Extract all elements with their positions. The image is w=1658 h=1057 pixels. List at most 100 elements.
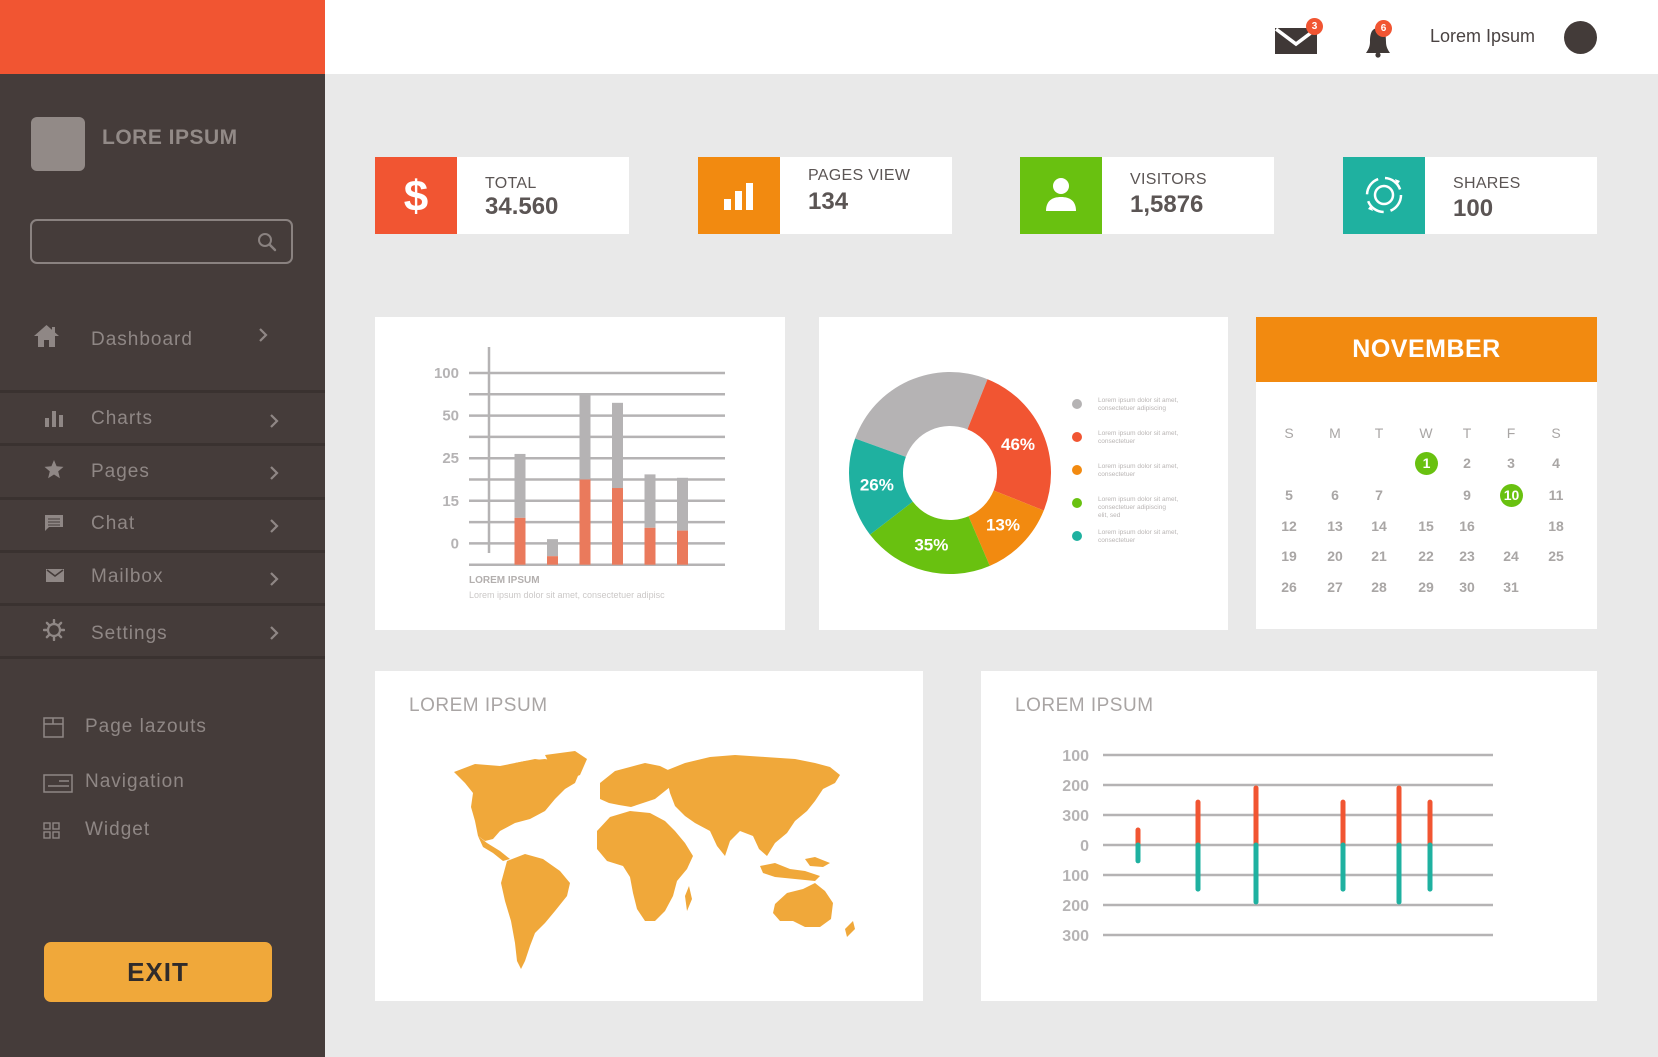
sidebar-item-charts[interactable]: Charts — [0, 393, 325, 446]
legend-text: consectetuer adipiscing — [1098, 504, 1166, 511]
calendar-day[interactable]: 25 — [1541, 545, 1571, 567]
calendar-day[interactable]: 20 — [1320, 545, 1350, 567]
sidebar-item-page-layouts[interactable]: Page lazouts — [0, 710, 325, 746]
mail-button[interactable]: 3 — [1275, 18, 1323, 56]
calendar-day[interactable]: 22 — [1411, 545, 1441, 567]
legend-dot — [1072, 432, 1082, 442]
y-tick-label: 0 — [1080, 838, 1089, 855]
dollar-icon: $ — [404, 172, 428, 221]
notifications-button[interactable]: 6 — [1365, 20, 1395, 58]
calendar-day[interactable]: 4 — [1541, 452, 1571, 474]
layout-icon — [43, 717, 64, 738]
bar-segment-upper — [514, 453, 526, 518]
calendar-day[interactable]: 27 — [1320, 576, 1350, 598]
brand-bar — [0, 0, 325, 74]
bar-segment-lower — [612, 488, 623, 565]
calendar-day[interactable]: 11 — [1541, 484, 1571, 506]
chevron-right-icon — [270, 572, 279, 586]
stat-icon-box — [698, 157, 780, 234]
sidebar-item-chat[interactable]: Chat — [0, 500, 325, 553]
bar-segment-lower — [579, 479, 591, 565]
chart-title: LOREM IPSUM — [469, 575, 540, 586]
calendar-day[interactable]: 23 — [1452, 545, 1482, 567]
stat-label: SHARES — [1453, 175, 1521, 192]
avatar[interactable] — [1564, 21, 1597, 54]
legend-dot — [1072, 498, 1082, 508]
y-tick-label: 100 — [1062, 748, 1089, 765]
stat-icon-box — [1343, 157, 1425, 234]
calendar-day[interactable]: 9 — [1452, 484, 1482, 506]
sidebar-item-navigation[interactable]: Navigation — [0, 765, 325, 801]
stat-label: PAGES VIEW — [808, 167, 911, 184]
calendar-day[interactable]: 3 — [1496, 452, 1526, 474]
sidebar-item-label: Dashboard — [91, 329, 193, 350]
legend-dot — [1072, 531, 1082, 541]
calendar-day[interactable]: 7 — [1364, 484, 1394, 506]
stat-card-pages-view: PAGES VIEW 134 — [698, 157, 952, 234]
map-panel: LOREM IPSUM — [375, 671, 923, 1001]
home-icon — [34, 325, 59, 347]
search-icon[interactable] — [257, 232, 277, 252]
sidebar-item-dashboard[interactable]: Dashboard — [0, 315, 325, 368]
chevron-right-icon — [259, 328, 268, 342]
calendar-day[interactable]: 16 — [1452, 515, 1482, 537]
calendar-day[interactable]: 15 — [1411, 515, 1441, 537]
exit-button[interactable]: EXIT — [44, 942, 272, 1002]
calendar-day[interactable]: 18 — [1541, 515, 1571, 537]
mail-icon — [46, 569, 64, 582]
slice-label: 13% — [986, 516, 1020, 535]
calendar-day[interactable]: 14 — [1364, 515, 1394, 537]
y-tick-label: 200 — [1062, 898, 1089, 915]
calendar-day-selected[interactable]: 1 — [1415, 452, 1438, 475]
legend-text: Lorem ipsum dolor sit amet, — [1098, 496, 1178, 503]
legend-text: elit, sed — [1098, 512, 1121, 519]
calendar-day[interactable]: 19 — [1274, 545, 1304, 567]
y-tick-label: 100 — [1062, 868, 1089, 885]
sidebar-item-label: Settings — [91, 623, 168, 644]
sidebar-item-settings[interactable]: Settings — [0, 606, 325, 659]
chevron-right-icon — [270, 519, 279, 533]
sidebar-item-pages[interactable]: Pages — [0, 446, 325, 499]
legend-text: Lorem ipsum dolor sit amet, — [1098, 430, 1178, 437]
slice-label: 46% — [1001, 435, 1035, 454]
y-tick-label: 200 — [1062, 778, 1089, 795]
legend-dot — [1072, 399, 1082, 409]
search-box[interactable] — [30, 219, 293, 264]
chat-icon — [45, 515, 63, 531]
legend-text: consectetuer — [1098, 537, 1136, 544]
calendar-day[interactable]: 5 — [1274, 484, 1304, 506]
map-europe — [600, 763, 675, 807]
stat-icon-box — [1020, 157, 1102, 234]
calendar-day-selected[interactable]: 10 — [1500, 484, 1523, 507]
search-input[interactable] — [42, 229, 242, 255]
weekday-label: S — [1551, 425, 1561, 441]
calendar-day[interactable]: 29 — [1411, 576, 1441, 598]
calendar-day[interactable]: 21 — [1364, 545, 1394, 567]
star-icon — [44, 460, 64, 479]
legend-text: Lorem ipsum dolor sit amet, — [1098, 397, 1178, 404]
calendar-day[interactable]: 26 — [1274, 576, 1304, 598]
navigation-icon — [43, 774, 73, 793]
calendar-day[interactable]: 30 — [1452, 576, 1482, 598]
y-tick-label: 50 — [442, 408, 459, 425]
calendar-day[interactable]: 6 — [1320, 484, 1350, 506]
y-tick-label: 300 — [1062, 808, 1089, 825]
donut-chart-panel: 46% 13% 35% 26% Lorem ipsum dolor sit amet,… — [819, 317, 1228, 630]
legend-text: Lorem ipsum dolor sit amet, — [1098, 529, 1178, 536]
stat-value: 100 — [1453, 195, 1494, 222]
bar-chart-icon — [724, 183, 753, 210]
mail-badge: 3 — [1306, 18, 1323, 35]
calendar-day[interactable]: 12 — [1274, 515, 1304, 537]
calendar-day[interactable]: 13 — [1320, 515, 1350, 537]
sidebar-item-mailbox[interactable]: Mailbox — [0, 553, 325, 606]
stat-value: 1,5876 — [1130, 191, 1204, 218]
chart-caption: Lorem ipsum dolor sit amet, consectetuer… — [469, 590, 665, 600]
sidebar-item-widget[interactable]: Widget — [0, 813, 325, 849]
calendar-day[interactable]: 24 — [1496, 545, 1526, 567]
calendar-day[interactable]: 2 — [1452, 452, 1482, 474]
calendar-day[interactable]: 28 — [1364, 576, 1394, 598]
user-name[interactable]: Lorem Ipsum — [1430, 26, 1535, 47]
calendar-day[interactable]: 31 — [1496, 576, 1526, 598]
weekday-label: T — [1462, 425, 1472, 441]
sidebar-item-label: Pages — [91, 461, 150, 482]
